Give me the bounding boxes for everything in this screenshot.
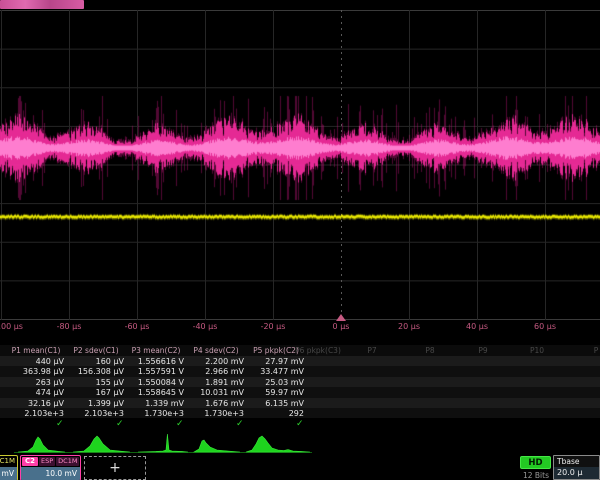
measurement-status-icon: ✓ — [56, 420, 64, 429]
time-axis-label: 20 µs — [398, 322, 420, 331]
measurement-value: 292 — [246, 409, 304, 418]
time-axis: -100 µs -80 µs -60 µs -40 µs -20 µs 0 µs 20 µs… — [0, 321, 600, 334]
measurement-header-inactive[interactable]: P — [594, 346, 599, 355]
measurement-status-icon: ✓ — [296, 420, 304, 429]
c2-coupling-badge: DC1M — [56, 457, 79, 466]
channel-descriptor-c2[interactable]: C2 ESP DC1M 10.0 mV — [20, 455, 81, 480]
measurement-value: 1.556616 V — [126, 357, 184, 366]
c1-coupling-label: DC1M — [0, 456, 17, 467]
histicon[interactable] — [194, 440, 240, 452]
timebase-value: 20.0 µ — [554, 467, 599, 479]
measurement-value: 1.339 mV — [126, 399, 184, 408]
measurement-value: 167 µV — [66, 388, 124, 397]
histicon[interactable] — [138, 434, 188, 452]
measurement-header-inactive[interactable]: P8 — [425, 346, 434, 355]
c2-esp-badge: ESP — [39, 457, 55, 466]
waveform-display-area[interactable] — [0, 10, 600, 320]
measurement-value: 1.730e+3 — [186, 409, 244, 418]
measurement-header[interactable]: P5 pkpk(C2) — [253, 346, 299, 355]
measurement-value: 2.103e+3 — [6, 409, 64, 418]
add-trace-button[interactable]: + — [84, 456, 146, 480]
measurement-value: 1.558645 V — [126, 388, 184, 397]
histicon[interactable] — [18, 437, 65, 452]
measurement-header-inactive[interactable]: P9 — [478, 346, 487, 355]
measurement-header[interactable]: P1 mean(C1) — [12, 346, 61, 355]
time-axis-label: 60 µs — [534, 322, 556, 331]
bit-depth-label: 12 Bits — [514, 471, 558, 480]
measurement-value: 6.135 mV — [246, 399, 304, 408]
measurement-value: 1.730e+3 — [126, 409, 184, 418]
measurement-value: 2.103e+3 — [66, 409, 124, 418]
time-axis-label: 0 µs — [333, 322, 350, 331]
waveform-canvas[interactable] — [0, 10, 600, 320]
measurement-status-icon: ✓ — [116, 420, 124, 429]
timebase-descriptor[interactable]: Tbase 20.0 µ — [553, 455, 600, 480]
measurement-value: 25.03 mV — [246, 378, 304, 387]
channel-descriptor-c1[interactable]: DC1M 0 mV — [0, 455, 18, 480]
c2-channel-badge: C2 — [22, 457, 38, 466]
measurement-value: 1.550084 V — [126, 378, 184, 387]
measurement-value: 160 µV — [66, 357, 124, 366]
measurement-header[interactable]: P3 mean(C2) — [132, 346, 181, 355]
measurement-value: 27.97 mV — [246, 357, 304, 366]
timebase-label: Tbase — [554, 456, 599, 467]
measurement-value: 32.16 µV — [6, 399, 64, 408]
display-annotation-badge — [0, 0, 84, 9]
time-axis-label: -60 µs — [125, 322, 150, 331]
time-axis-label: -80 µs — [57, 322, 82, 331]
measurement-value: 474 µV — [6, 388, 64, 397]
time-axis-label: -20 µs — [261, 322, 286, 331]
measurement-value: 440 µV — [6, 357, 64, 366]
measurement-value: 1.399 µV — [66, 399, 124, 408]
measurement-status-icon: ✓ — [176, 420, 184, 429]
measurement-value: 1.891 mV — [186, 378, 244, 387]
measurement-table: P1 mean(C1) 440 µV363.98 µV 263 µV474 µV 32… — [0, 345, 600, 432]
measurement-header[interactable]: P2 sdev(C1) — [73, 346, 118, 355]
measurement-header-inactive[interactable]: P6 pkpk(C3) — [295, 346, 341, 355]
time-axis-label: 40 µs — [466, 322, 488, 331]
measurement-header-inactive[interactable]: P10 — [530, 346, 544, 355]
measurement-status-icon: ✓ — [236, 420, 244, 429]
histicon[interactable] — [246, 436, 310, 452]
hd-mode-badge[interactable]: HD — [520, 456, 551, 469]
trigger-time-marker-icon[interactable] — [336, 314, 346, 321]
measurement-header[interactable]: P4 sdev(C2) — [193, 346, 238, 355]
measurement-header-inactive[interactable]: P7 — [367, 346, 376, 355]
c2-scale-value: 10.0 mV — [21, 467, 80, 480]
measurement-value: 363.98 µV — [6, 367, 64, 376]
oscilloscope-screen: -100 µs -80 µs -60 µs -40 µs -20 µs 0 µs 20 µs… — [0, 0, 600, 480]
measurement-value: 2.200 mV — [186, 357, 244, 366]
time-axis-label: -100 µs — [0, 322, 23, 331]
measurement-value: 263 µV — [6, 378, 64, 387]
measurement-value: 10.031 mV — [186, 388, 244, 397]
histicon-row[interactable] — [0, 431, 600, 455]
measurement-value: 33.477 mV — [246, 367, 304, 376]
histicon[interactable] — [73, 436, 130, 452]
measurement-value: 2.966 mV — [186, 367, 244, 376]
measurement-value: 156.308 µV — [66, 367, 124, 376]
measurement-value: 1.557591 V — [126, 367, 184, 376]
measurement-value: 1.676 mV — [186, 399, 244, 408]
measurement-value: 155 µV — [66, 378, 124, 387]
time-axis-label: -40 µs — [193, 322, 218, 331]
c1-scale-value: 0 mV — [0, 467, 17, 480]
measurement-value: 59.97 mV — [246, 388, 304, 397]
